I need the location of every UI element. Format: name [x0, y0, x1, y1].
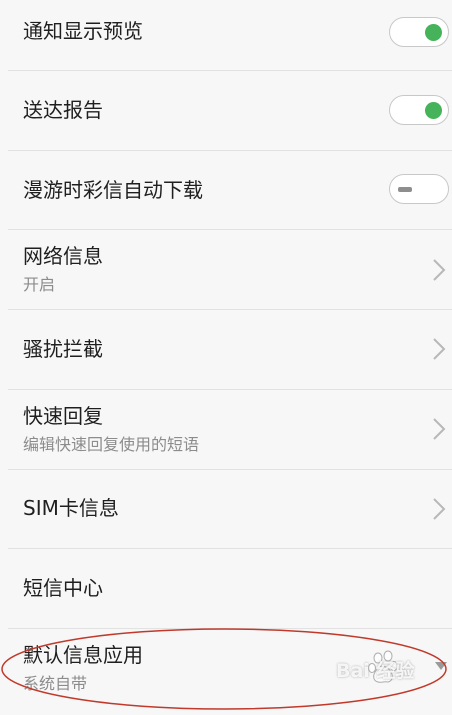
toggle-on-knob [425, 102, 442, 119]
sms-center-label: 短信中心 [23, 576, 103, 600]
chevron-right-icon [433, 418, 446, 440]
row-roaming-mms-download[interactable]: 漫游时彩信自动下载 [0, 151, 452, 230]
quick-reply-description: 编辑快速回复使用的短语 [23, 435, 200, 454]
row-sim-info[interactable]: SIM卡信息 [0, 470, 452, 548]
delivery-report-toggle[interactable] [389, 95, 449, 125]
delivery-report-label: 送达报告 [23, 98, 103, 122]
notification-preview-label: 通知显示预览 [23, 19, 143, 43]
watermark-text: Bai 经验 [336, 660, 415, 682]
notification-preview-toggle[interactable] [389, 17, 449, 47]
toggle-on-knob [425, 24, 442, 41]
row-quick-reply[interactable]: 快速回复 编辑快速回复使用的短语 [0, 390, 452, 469]
chevron-right-icon [433, 259, 446, 281]
toggle-off-knob [398, 187, 412, 192]
chevron-right-icon [433, 498, 446, 520]
row-sms-center[interactable]: 短信中心 [0, 549, 452, 628]
network-info-label: 网络信息 [23, 244, 103, 268]
row-harassment-block[interactable]: 骚扰拦截 [0, 310, 452, 389]
roaming-mms-download-toggle[interactable] [389, 174, 449, 204]
row-notification-preview[interactable]: 通知显示预览 [0, 0, 452, 70]
row-network-info[interactable]: 网络信息 开启 [0, 230, 452, 309]
harassment-block-label: 骚扰拦截 [23, 337, 103, 361]
roaming-mms-download-label: 漫游时彩信自动下载 [23, 178, 203, 202]
row-delivery-report[interactable]: 送达报告 [0, 71, 452, 150]
chevron-right-icon [433, 338, 446, 360]
network-info-status: 开启 [23, 275, 56, 294]
quick-reply-label: 快速回复 [23, 404, 103, 428]
sim-info-label: SIM卡信息 [23, 496, 119, 520]
